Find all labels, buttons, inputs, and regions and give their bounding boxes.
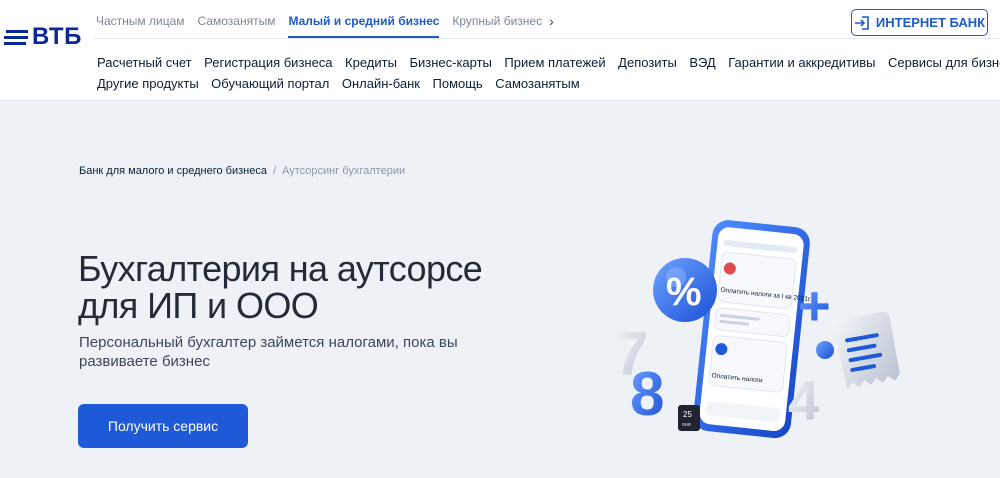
small-sphere	[816, 341, 834, 359]
login-icon	[854, 15, 869, 30]
nav-item-guarantees[interactable]: Гарантии и аккредитивы	[728, 52, 875, 73]
nav-item-other-products[interactable]: Другие продукты	[97, 73, 199, 94]
header-divider	[94, 38, 1000, 39]
date-badge-day: 25	[683, 410, 692, 419]
nav-item-business-cards[interactable]: Бизнес-карты	[409, 52, 491, 73]
page-title-line-1: Бухгалтерия на аутсорсе	[78, 248, 483, 289]
breadcrumb: Банк для малого и среднего бизнеса / Аут…	[79, 165, 405, 177]
nav-item-account[interactable]: Расчетный счет	[97, 52, 192, 73]
nav-item-online-bank[interactable]: Онлайн-банк	[342, 73, 420, 94]
nav-item-help[interactable]: Помощь	[433, 73, 483, 94]
nav-item-credits[interactable]: Кредиты	[345, 52, 397, 73]
hero-subtitle: Персональный бухгалтер займется налогами…	[79, 334, 458, 370]
digit-8: 8	[630, 360, 664, 429]
plus-symbol: +	[798, 274, 831, 337]
percent-sphere: %	[653, 258, 717, 322]
segment-tab-individuals[interactable]: Частным лицам	[96, 0, 185, 39]
nav-item-self-employed[interactable]: Самозанятым	[495, 73, 579, 94]
digit-4: 4	[788, 369, 819, 432]
chevron-right-icon[interactable]: ›	[549, 0, 554, 39]
nav-item-ved[interactable]: ВЭД	[689, 52, 715, 73]
breadcrumb-parent-link[interactable]: Банк для малого и среднего бизнеса	[79, 165, 267, 177]
get-service-button[interactable]: Получить сервис	[78, 404, 248, 448]
segment-tabs: Частным лицам Самозанятым Малый и средни…	[96, 0, 554, 39]
segment-tab-self-employed[interactable]: Самозанятым	[198, 0, 276, 39]
nav-row-2: Другие продукты Обучающий портал Онлайн-…	[97, 73, 997, 94]
breadcrumb-separator: /	[272, 165, 277, 177]
hero-illustration: 7 Оплатить налоги за I кв 2021г. Оплатит…	[614, 220, 900, 439]
vtb-logo-icon	[4, 29, 28, 45]
nav-item-registration[interactable]: Регистрация бизнеса	[204, 52, 332, 73]
nav-item-payments[interactable]: Прием платежей	[504, 52, 605, 73]
nav-item-learning-portal[interactable]: Обучающий портал	[211, 73, 329, 94]
site-header: ВТБ Частным лицам Самозанятым Малый и ср…	[0, 0, 1000, 101]
segment-tab-sme[interactable]: Малый и средний бизнес	[288, 0, 439, 39]
nav-item-deposits[interactable]: Депозиты	[618, 52, 677, 73]
page-title: Бухгалтерия на аутсорсе для ИП и ООО	[78, 250, 538, 324]
percent-symbol: %	[666, 270, 702, 314]
document-graphic	[831, 311, 900, 390]
internet-bank-button[interactable]: ИНТЕРНЕТ БАНК	[851, 9, 988, 36]
date-badge-month: янв	[682, 422, 691, 428]
breadcrumb-current: Аутсорсинг бухгалтерии	[282, 165, 406, 177]
page-title-line-2: для ИП и ООО	[78, 285, 319, 326]
nav-item-services[interactable]: Сервисы для бизнеса	[888, 52, 1000, 73]
main-navigation: Расчетный счет Регистрация бизнеса Креди…	[97, 52, 1000, 94]
internet-bank-label: ИНТЕРНЕТ БАНК	[875, 15, 986, 30]
vtb-logo-text: ВТБ	[32, 23, 82, 50]
nav-row-1: Расчетный счет Регистрация бизнеса Креди…	[97, 52, 1000, 73]
date-badge: 25 янв	[678, 405, 700, 431]
segment-tab-corporate[interactable]: Крупный бизнес	[452, 0, 542, 39]
vtb-logo[interactable]: ВТБ	[4, 22, 84, 52]
